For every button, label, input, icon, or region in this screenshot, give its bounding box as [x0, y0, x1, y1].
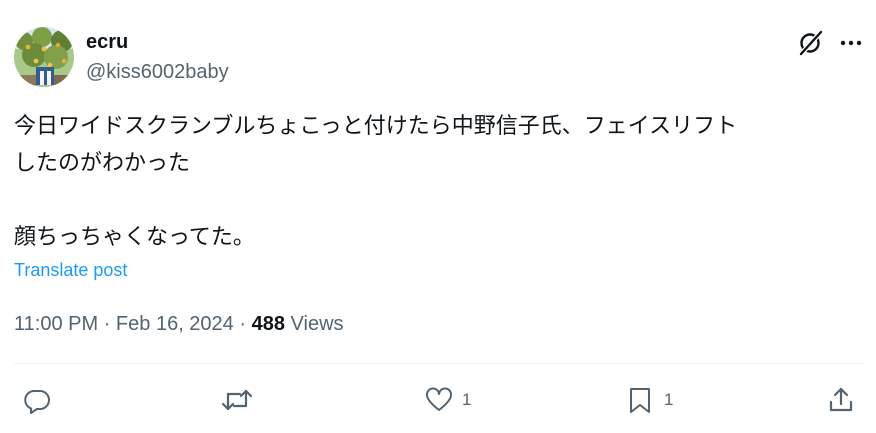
- tweet: ecru @kiss6002baby 今日ワイドスクランブルちょこっと付けたら中…: [0, 0, 876, 433]
- post-line-blank: [14, 182, 864, 219]
- translate-post-link[interactable]: Translate post: [14, 259, 127, 281]
- views-label: Views: [290, 313, 344, 335]
- like-button[interactable]: 1: [424, 384, 471, 416]
- post-line: 顔ちっちゃくなってた。: [14, 225, 255, 250]
- post-date[interactable]: Feb 16, 2024: [116, 313, 234, 335]
- views-count: 488: [251, 313, 285, 335]
- reply-icon: [22, 385, 52, 415]
- divider: [14, 363, 864, 364]
- author-handle[interactable]: @kiss6002baby: [86, 60, 229, 84]
- bookmark-count: 1: [664, 390, 674, 409]
- share-button[interactable]: [826, 384, 856, 416]
- retweet-button[interactable]: [220, 384, 254, 416]
- heart-icon: [424, 385, 454, 415]
- share-icon: [826, 385, 856, 415]
- post-line: したのがわかった: [14, 151, 191, 176]
- bookmark-button[interactable]: 1: [626, 384, 673, 416]
- post-time[interactable]: 11:00 PM: [14, 313, 98, 335]
- like-count: 1: [462, 390, 472, 409]
- grok-button[interactable]: [796, 28, 826, 58]
- bookmark-icon: [626, 385, 656, 415]
- reply-button[interactable]: [22, 384, 52, 416]
- meta-separator: ·: [239, 313, 247, 335]
- retweet-icon: [220, 385, 254, 415]
- avatar[interactable]: [14, 27, 74, 87]
- author-name[interactable]: ecru: [86, 30, 128, 54]
- meta-separator: ·: [103, 313, 111, 335]
- post-meta: 11:00 PM · Feb 16, 2024 · 488 Views: [14, 311, 344, 337]
- more-button[interactable]: [836, 28, 866, 58]
- grok-icon: [796, 30, 826, 62]
- post-line: 今日ワイドスクランブルちょこっと付けたら中野信子氏、フェイスリフト: [14, 114, 738, 139]
- post-text: 今日ワイドスクランブルちょこっと付けたら中野信子氏、フェイスリフト したのがわか…: [14, 108, 864, 256]
- more-icon: [836, 40, 866, 62]
